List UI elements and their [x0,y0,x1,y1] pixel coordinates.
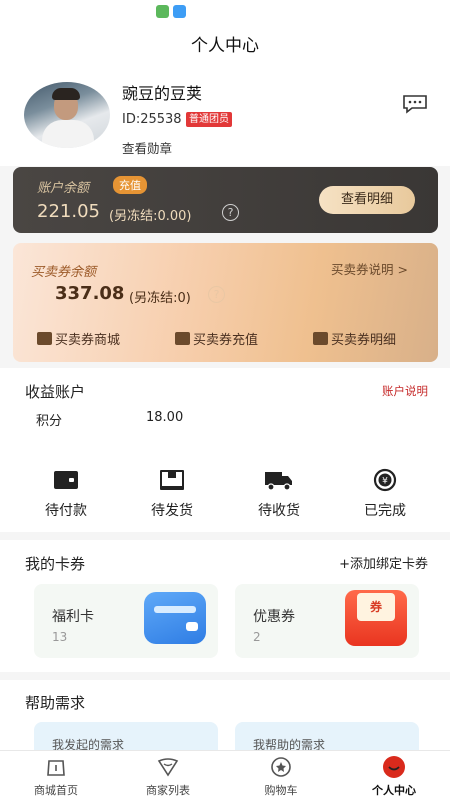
account-balance-amount: 221.05 [37,201,100,222]
voucher-recharge-button[interactable]: 买卖券充值 [175,329,258,348]
truck-icon [265,472,292,491]
tab-user-center[interactable]: 个人中心 [338,755,450,798]
user-id: ID:25538 [122,112,182,127]
tab-user-center-label: 个人中心 [372,784,416,797]
view-badges-link[interactable]: 查看勋章 [122,138,172,157]
my-initiated-requests-tile[interactable]: 我发起的需求 [34,722,218,752]
order-pending-receipt[interactable]: 待收货 [239,468,319,520]
cart-icon [271,757,291,777]
recharge-box-icon [175,332,190,345]
card-slot [186,622,198,631]
heart-icon [157,758,179,777]
profile-section: 豌豆的豆荚 ID:25538 普通团员 查看勋章 [0,74,450,166]
user-nickname: 豌豆的豆荚 [122,84,203,103]
avatar-body-shape [42,120,94,148]
order-pending-receipt-label: 待收货 [258,503,300,519]
voucher-explain-link[interactable]: 买卖券说明 > [331,259,408,278]
help-requests-section: 帮助需求 我发起的需求 我帮助的需求 [0,680,450,752]
page-title: 个人中心 [191,36,259,56]
box-icon [160,470,184,490]
tab-cart[interactable]: 购物车 [225,755,337,798]
my-helped-requests-tile[interactable]: 我帮助的需求 [235,722,419,752]
voucher-balance-label: 买卖券余额 [31,265,97,280]
yuan-box-icon [313,332,328,345]
coupon-count: 2 [253,630,261,644]
coin-stack-icon [37,332,52,345]
app-status-icon [156,5,169,18]
voucher-detail-label: 买卖券明细 [331,333,397,348]
points-value: 18.00 [146,410,184,425]
card-stripe [154,606,196,613]
voucher-actions: 买卖券商城 买卖券充值 买卖券明细 [13,329,438,349]
welfare-card-name: 福利卡 [52,609,94,625]
voucher-recharge-label: 买卖券充值 [193,333,259,348]
my-cards-title: 我的卡券 [25,555,86,573]
message-icon[interactable] [402,94,428,114]
order-completed[interactable]: ¥ 已完成 [345,468,425,520]
page-header: 个人中心 [0,24,450,74]
earnings-title: 收益账户 [25,383,86,401]
coupon-name: 优惠券 [253,609,295,625]
bottom-tab-bar: 商城首页 商家列表 购物车 个人中心 [0,750,450,800]
status-icons [156,5,186,18]
tab-merchant-list[interactable]: 商家列表 [112,755,224,798]
status-bar [0,0,450,24]
voucher-mall-label: 买卖券商城 [55,333,121,348]
account-balance-label: 账户余额 [37,181,90,196]
voucher-balance-amount: 337.08 [55,283,125,304]
wallet-icon [54,471,78,489]
order-pending-shipment[interactable]: 待发货 [132,468,212,520]
voucher-help-icon[interactable]: ? [208,286,225,303]
tab-mall-home-label: 商城首页 [34,784,78,797]
view-detail-button[interactable]: 查看明细 [319,186,415,214]
tab-mall-home[interactable]: 商城首页 [0,755,112,798]
coupon-icon: 券 [345,590,407,646]
yuan-refresh-icon: ¥ [373,468,397,492]
earnings-account-section: 收益账户 账户说明 积分 18.00 [0,368,450,434]
voucher-mall-button[interactable]: 买卖券商城 [37,329,120,348]
order-pending-payment-label: 待付款 [45,503,87,519]
member-level-badge: 普通团员 [186,112,232,127]
voucher-detail-button[interactable]: 买卖券明细 [313,329,396,348]
voucher-frozen-amount: (另冻结:0) [129,291,191,306]
home-icon [47,760,65,776]
my-cards-section: 我的卡券 +添加绑定卡券 福利卡 13 优惠券 2 券 [0,540,450,672]
avatar[interactable] [24,82,110,148]
profile-icon [383,756,405,778]
welfare-card-tile[interactable]: 福利卡 13 [34,584,218,658]
order-pending-shipment-label: 待发货 [151,503,193,519]
points-label: 积分 [36,414,63,429]
tab-cart-label: 购物车 [264,784,298,797]
card-icon [144,592,206,644]
recharge-button[interactable]: 充值 [113,176,147,194]
account-balance-card: 账户余额 充值 221.05 (另冻结:0.00) ? 查看明细 [13,167,438,233]
welfare-card-count: 13 [52,630,68,644]
help-question-icon[interactable]: ? [222,204,239,221]
order-status-section: 待付款 待发货 待收货 ¥ 已完成 [0,434,450,532]
voucher-balance-card: 买卖券余额 337.08 (另冻结:0) ? 买卖券说明 > 买卖券商城 买卖券… [13,243,438,362]
cloud-status-icon [173,5,186,18]
avatar-hair-shape [52,88,80,100]
user-center-page: 个人中心 豌豆的豆荚 ID:25538 普通团员 查看勋章 账户余额 充值 22… [0,0,450,800]
help-requests-title: 帮助需求 [25,694,86,712]
add-card-link[interactable]: +添加绑定卡券 [339,553,428,572]
coupon-tile[interactable]: 优惠券 2 券 [235,584,419,658]
account-explain-link[interactable]: 账户说明 [382,383,428,399]
order-pending-payment[interactable]: 待付款 [26,468,106,520]
svg-text:¥: ¥ [382,477,388,487]
tab-merchant-list-label: 商家列表 [146,784,190,797]
account-frozen-amount: (另冻结:0.00) [109,209,192,224]
order-completed-label: 已完成 [364,503,406,519]
coupon-paper: 券 [357,593,395,621]
